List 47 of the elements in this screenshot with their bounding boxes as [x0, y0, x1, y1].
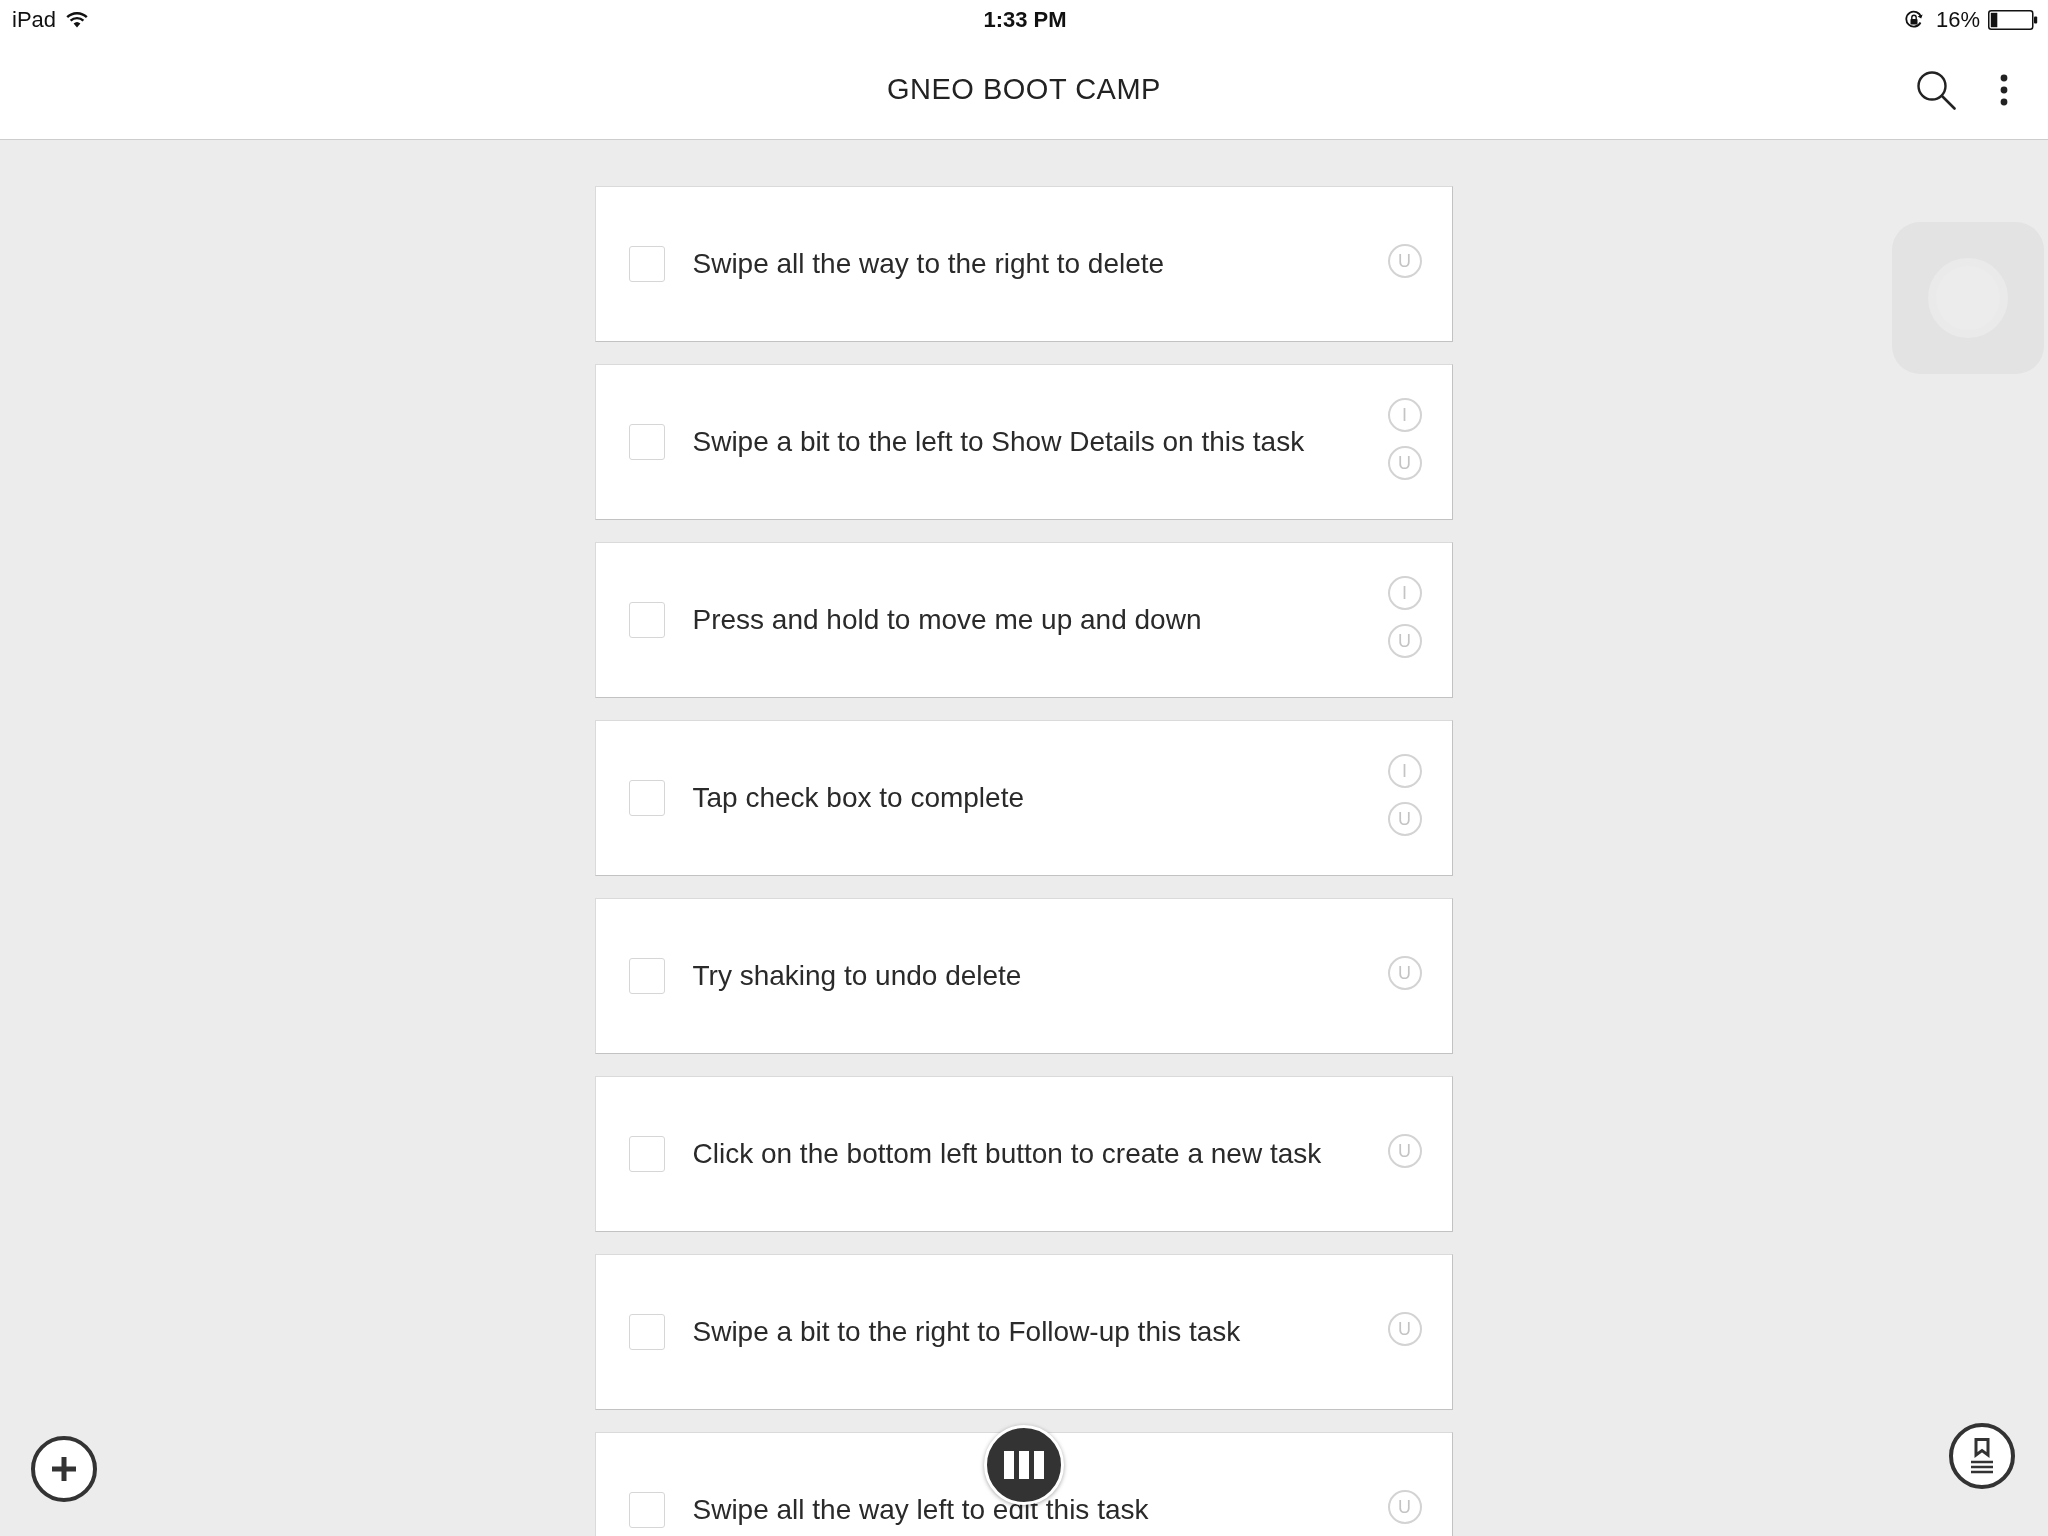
page-title: GNEO BOOT CAMP: [887, 73, 1161, 106]
checkbox[interactable]: [628, 424, 665, 460]
priority-badge: U: [1387, 1134, 1422, 1168]
priority-badge: U: [1387, 802, 1422, 836]
task-text: Tap check box to complete: [692, 782, 1025, 814]
rotation-lock-icon: [1903, 10, 1924, 30]
task-text: Try shaking to undo delete: [692, 960, 1023, 992]
device-name: iPad: [12, 7, 57, 33]
wifi-icon: [66, 12, 89, 28]
bookmark-list-icon: [1969, 1438, 1995, 1474]
task-text: Swipe a bit to the right to Follow-up this task: [692, 1316, 1242, 1348]
task-text: Press and hold to move me up and down: [692, 604, 1203, 636]
task-card[interactable]: Press and hold to move me up and down I U: [594, 542, 1453, 698]
task-card[interactable]: Swipe a bit to the left to Show Details on this task I U: [594, 364, 1453, 520]
checkbox[interactable]: [628, 246, 665, 282]
search-button[interactable]: [1916, 69, 1956, 110]
checkbox[interactable]: [628, 1492, 665, 1528]
columns-icon: [1004, 1451, 1044, 1479]
battery-percent: 16%: [1935, 7, 1980, 33]
task-card[interactable]: Try shaking to undo delete U: [594, 898, 1453, 1054]
priority-badge: U: [1387, 1490, 1422, 1524]
task-text: Click on the bottom left button to create a new task: [692, 1138, 1323, 1170]
priority-badge: I: [1387, 576, 1422, 610]
checkbox[interactable]: [628, 958, 665, 994]
plus-icon: [50, 1455, 78, 1483]
task-card[interactable]: Swipe a bit to the right to Follow-up this task U: [594, 1254, 1453, 1410]
priority-badge: I: [1387, 398, 1422, 432]
search-icon: [1916, 69, 1956, 110]
priority-badge: U: [1387, 244, 1422, 278]
priority-badge: I: [1387, 754, 1422, 788]
task-card[interactable]: Swipe all the way to the right to delete U: [594, 186, 1453, 342]
status-time: 1:33 PM: [983, 7, 1067, 33]
task-card[interactable]: Tap check box to complete I U: [594, 720, 1453, 876]
priority-badge: U: [1387, 446, 1422, 480]
more-button[interactable]: [2000, 73, 2008, 106]
priority-badge: U: [1387, 624, 1422, 658]
checkbox[interactable]: [628, 602, 665, 638]
battery-icon: [1988, 10, 2038, 30]
checkbox[interactable]: [628, 1314, 665, 1350]
priority-badge: U: [1387, 956, 1422, 990]
checkbox[interactable]: [628, 1136, 665, 1172]
task-text: Swipe a bit to the left to Show Details on this task: [692, 426, 1306, 458]
task-card[interactable]: Click on the bottom left button to create a new task U: [594, 1076, 1453, 1232]
priority-badge: U: [1387, 1312, 1422, 1346]
task-text: Swipe all the way to the right to delete: [692, 248, 1166, 280]
more-icon: [2000, 73, 2008, 106]
checkbox[interactable]: [628, 780, 665, 816]
